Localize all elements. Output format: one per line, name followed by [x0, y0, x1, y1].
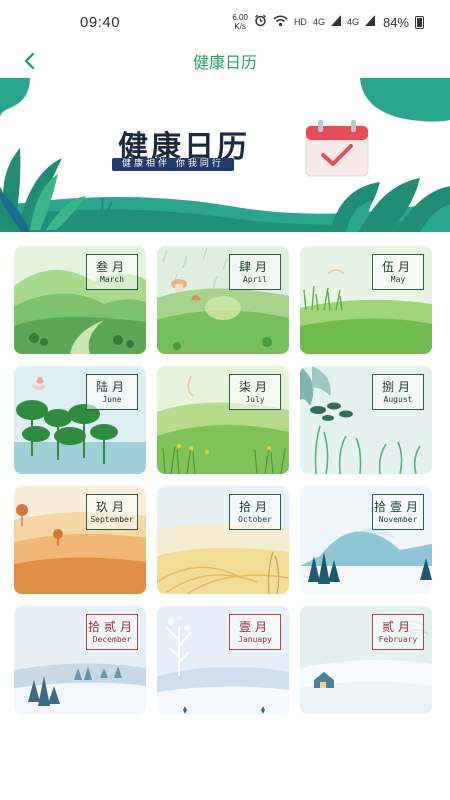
- wifi-icon: [273, 15, 288, 30]
- month-label: 伍月 May: [372, 254, 424, 290]
- month-cn-label: 拾月: [238, 499, 271, 514]
- month-en-label: May: [390, 274, 406, 284]
- chevron-left-icon: [24, 52, 35, 70]
- month-label: 拾壹月 November: [372, 494, 424, 530]
- month-en-label: July: [245, 394, 265, 404]
- month-label: 壹月 Januapy: [229, 614, 281, 650]
- month-en-label: February: [378, 634, 418, 644]
- back-button[interactable]: [14, 46, 44, 76]
- month-card-august[interactable]: 捌月 August: [300, 366, 432, 474]
- signal-2-icon: [364, 15, 375, 29]
- month-label: 拾贰月 December: [86, 614, 138, 650]
- month-en-label: October: [238, 514, 272, 524]
- month-cn-label: 肆月: [238, 259, 271, 274]
- month-label: 陆月 June: [86, 374, 138, 410]
- month-en-label: April: [242, 274, 268, 284]
- month-label: 贰月 February: [372, 614, 424, 650]
- month-cn-label: 壹月: [238, 619, 271, 634]
- month-label: 柒月 July: [229, 374, 281, 410]
- month-cn-label: 贰月: [381, 619, 414, 634]
- month-card-january[interactable]: 壹月 Januapy: [157, 606, 289, 714]
- calendar-check-icon: [305, 120, 369, 177]
- month-en-label: August: [383, 394, 413, 404]
- hd-badge: HD: [293, 17, 307, 27]
- month-card-september[interactable]: 玖月 September: [14, 486, 146, 594]
- net-speed-unit: K/s: [234, 22, 246, 31]
- month-label: 玖月 September: [86, 494, 138, 530]
- net-speed-value: 6.00: [232, 13, 248, 22]
- month-card-june[interactable]: 陆月 June: [14, 366, 146, 474]
- month-en-label: November: [378, 514, 418, 524]
- month-en-label: June: [102, 394, 122, 404]
- month-card-october[interactable]: 拾月 October: [157, 486, 289, 594]
- nav-bar: 健康日历: [0, 44, 450, 78]
- month-en-label: September: [90, 514, 134, 524]
- month-card-april[interactable]: 肆月 April: [157, 246, 289, 354]
- month-card-july[interactable]: 柒月 July: [157, 366, 289, 474]
- month-en-label: Januapy: [238, 634, 272, 644]
- signal-1-icon: [330, 15, 341, 29]
- month-en-label: December: [92, 634, 132, 644]
- month-label: 叁月 March: [86, 254, 138, 290]
- month-label: 肆月 April: [229, 254, 281, 290]
- banner-slogan: 健康相伴 你我同行: [112, 158, 234, 171]
- month-cn-label: 拾壹月: [373, 499, 422, 514]
- month-cn-label: 柒月: [238, 379, 271, 394]
- month-card-february[interactable]: 贰月 February: [300, 606, 432, 714]
- month-cn-label: 伍月: [381, 259, 414, 274]
- month-label: 捌月 August: [372, 374, 424, 410]
- month-cn-label: 陆月: [95, 379, 128, 394]
- battery-icon: [415, 15, 424, 29]
- month-en-label: March: [99, 274, 125, 284]
- alarm-icon: [254, 14, 267, 30]
- signal-2-label: 4G: [346, 17, 359, 27]
- month-cn-label: 捌月: [381, 379, 414, 394]
- month-cn-label: 拾贰月: [87, 619, 136, 634]
- month-card-march[interactable]: 叁月 March: [14, 246, 146, 354]
- month-card-november[interactable]: 拾壹月 November: [300, 486, 432, 594]
- month-grid: 叁月 March 肆月 April 伍月 May 陆月 June 柒月 July…: [14, 246, 436, 714]
- month-card-may[interactable]: 伍月 May: [300, 246, 432, 354]
- status-time: 09:40: [80, 13, 121, 31]
- signal-1-label: 4G: [312, 17, 325, 27]
- month-card-december[interactable]: 拾贰月 December: [14, 606, 146, 714]
- month-cn-label: 叁月: [95, 259, 128, 274]
- month-cn-label: 玖月: [95, 499, 128, 514]
- status-icons: 6.00 K/s HD 4G 4G 84%: [232, 13, 424, 31]
- month-label: 拾月 October: [229, 494, 281, 530]
- status-bar: 09:40 6.00 K/s HD 4G 4G 84%: [0, 0, 450, 44]
- page-title: 健康日历: [192, 53, 257, 72]
- banner: 健康日历 健康相伴 你我同行: [0, 78, 450, 232]
- net-speed: 6.00 K/s: [232, 13, 248, 31]
- battery-percent: 84%: [382, 14, 409, 30]
